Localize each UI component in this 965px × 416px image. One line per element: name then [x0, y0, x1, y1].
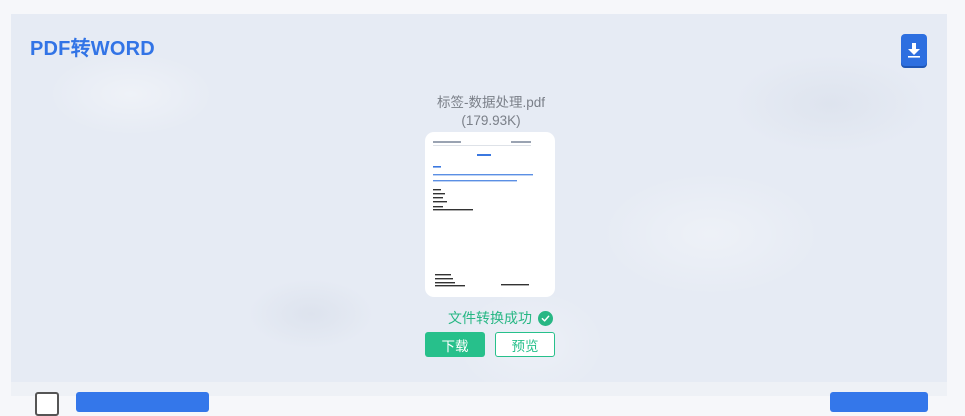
- preview-button[interactable]: 预览: [495, 332, 555, 357]
- document-thumbnail[interactable]: [425, 132, 555, 297]
- download-icon: [908, 43, 920, 58]
- document-preview-image: [433, 141, 533, 287]
- file-name: 标签-数据处理.pdf: [436, 95, 545, 110]
- toolbar-right-button[interactable]: [830, 392, 928, 412]
- page-title: PDF转WORD: [30, 38, 155, 60]
- download-all-button[interactable]: [901, 34, 927, 66]
- file-size: (179.93K): [461, 113, 521, 128]
- conversion-status: 文件转换成功: [448, 308, 553, 328]
- toolbar-action-button[interactable]: [76, 392, 209, 412]
- status-text: 文件转换成功: [448, 310, 532, 326]
- conversion-panel: PDF转WORD 标签-数据处理.pdf (179.93K) 文件转换成功 下载…: [11, 14, 947, 382]
- download-button[interactable]: 下载: [425, 332, 485, 357]
- bottom-toolbar: [11, 382, 947, 416]
- check-circle-icon: [538, 310, 553, 326]
